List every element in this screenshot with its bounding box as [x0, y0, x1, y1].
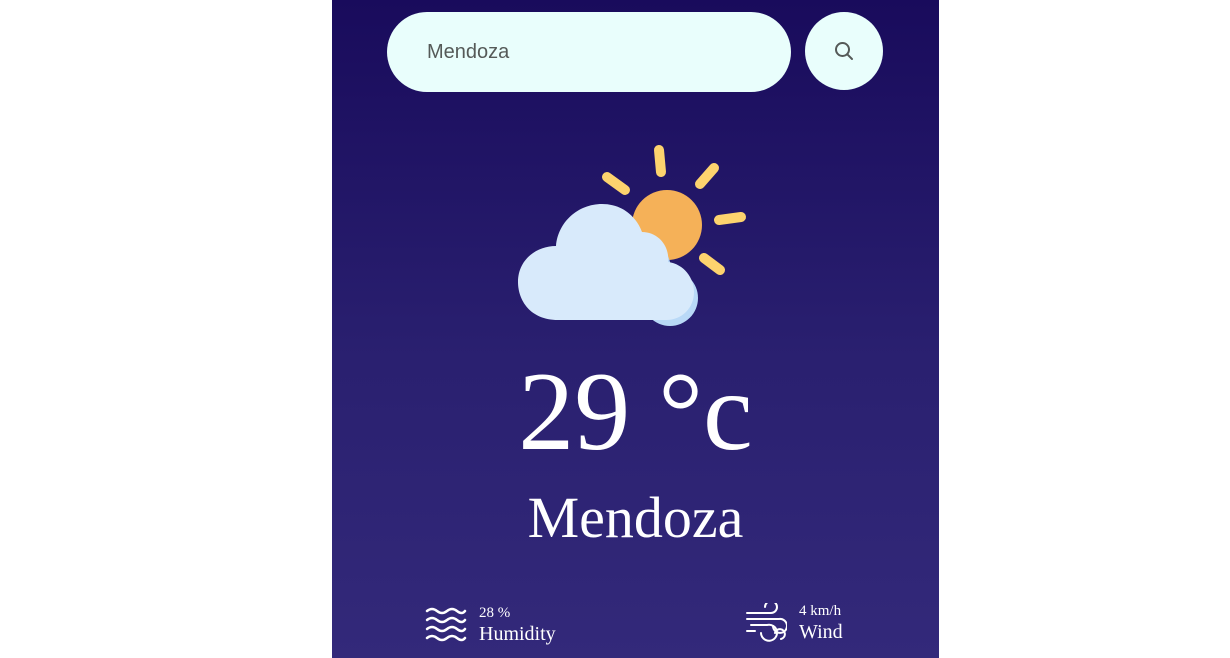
- wind-stat: 4 km/h Wind: [745, 602, 843, 644]
- search-input[interactable]: [387, 12, 791, 92]
- partly-cloudy-icon: [518, 145, 746, 326]
- humidity-label: Humidity: [479, 623, 556, 645]
- search-button[interactable]: [805, 12, 883, 90]
- humidity-stat: 28 % Humidity: [425, 604, 556, 646]
- temperature-display: 29 °c: [518, 350, 753, 474]
- city-name: Mendoza: [527, 485, 744, 550]
- weather-card: 29 °c Mendoza 28 % Humidity 4 km/h Wind: [332, 0, 939, 658]
- humidity-value: 28 %: [479, 605, 511, 621]
- wind-value: 4 km/h: [799, 603, 842, 619]
- wind-icon: [746, 603, 787, 642]
- wind-label: Wind: [799, 621, 843, 643]
- search-icon: [835, 42, 853, 60]
- humidity-waves-icon: [425, 607, 467, 642]
